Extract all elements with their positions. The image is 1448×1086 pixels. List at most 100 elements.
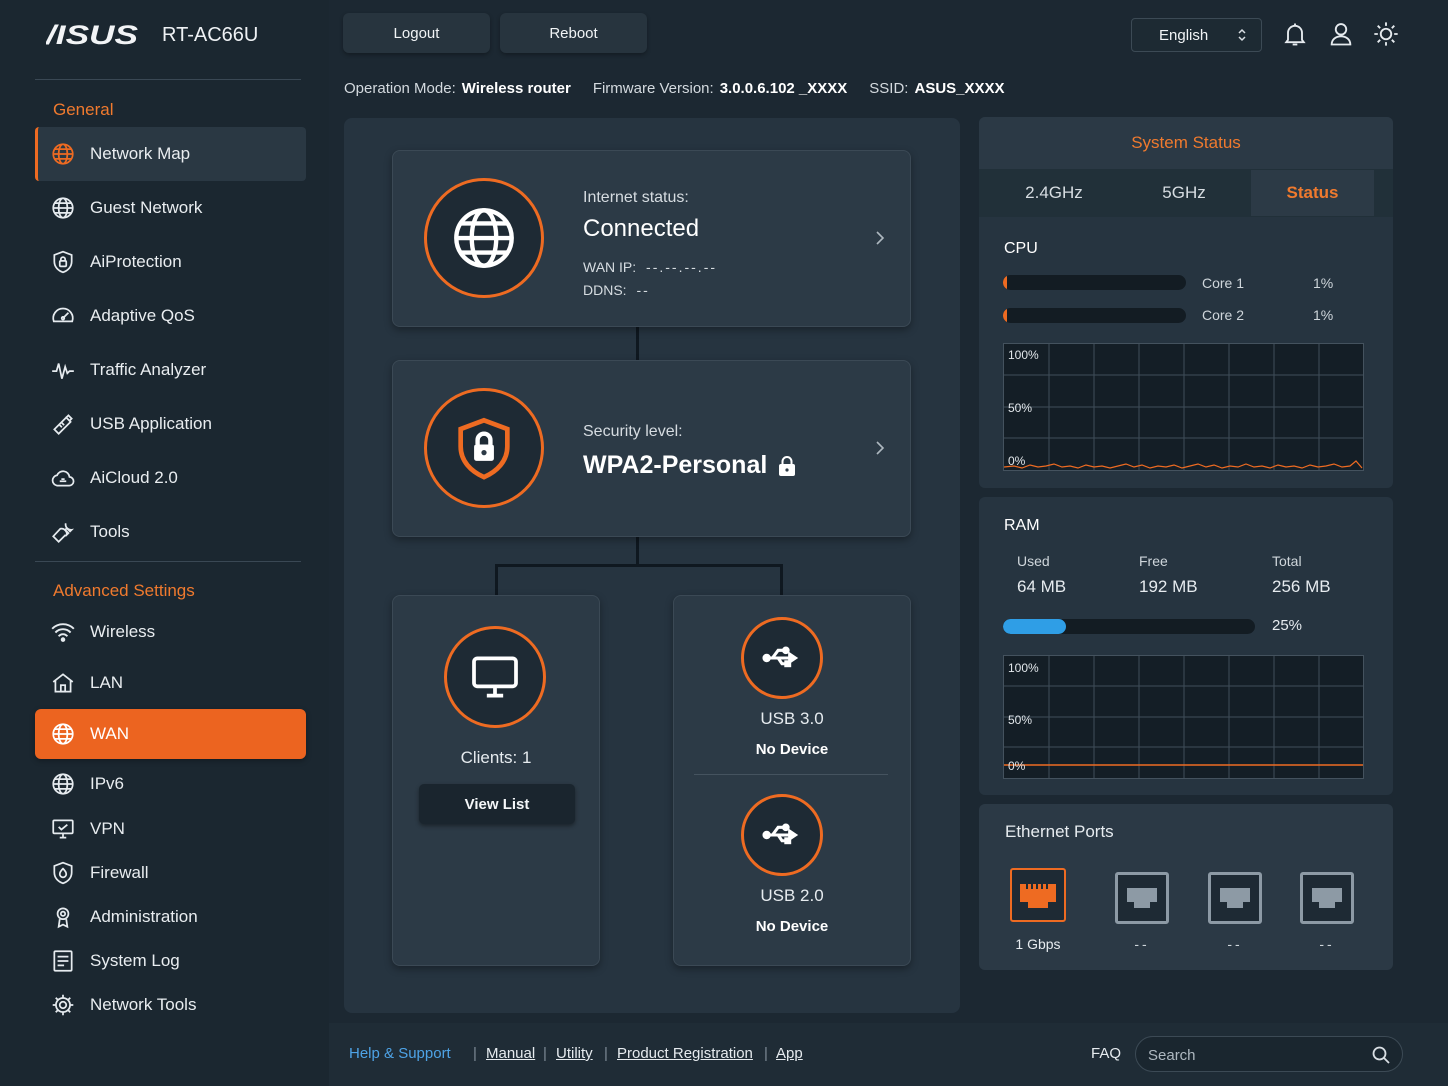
guest-globe-icon <box>49 194 77 222</box>
ethernet-port-inactive-icon <box>1312 888 1342 908</box>
shield-lock-icon <box>458 417 510 480</box>
ethernet-port-3-label: -- <box>1227 936 1243 952</box>
language-select[interactable]: English <box>1131 18 1262 52</box>
sidebar: /ISUS RT-AC66U General Network Map Guest… <box>0 0 329 1086</box>
usb3-ring[interactable] <box>741 617 823 699</box>
sidebar-item-label: Administration <box>90 907 198 926</box>
info-bar: Operation Mode: Wireless router Firmware … <box>344 80 1027 97</box>
sidebar-item-label: AiCloud 2.0 <box>90 468 178 487</box>
sidebar-item-lan[interactable]: LAN <box>35 662 306 704</box>
app-link[interactable]: App <box>776 1045 803 1062</box>
search-icon[interactable] <box>1371 1045 1391 1065</box>
router-model: RT-AC66U <box>162 23 259 46</box>
usb3-label: USB 3.0 <box>760 709 824 728</box>
sidebar-item-system-log[interactable]: System Log <box>35 940 306 982</box>
sidebar-item-wireless[interactable]: Wireless <box>35 611 306 653</box>
ssid-value[interactable]: ASUS_XXXX <box>914 80 1004 97</box>
ethernet-port-3[interactable] <box>1208 872 1262 924</box>
security-level-card[interactable]: Security level: WPA2-Personal <box>392 360 911 537</box>
usb2-label: USB 2.0 <box>760 886 824 905</box>
firmware-label: Firmware Version: <box>592 80 714 97</box>
internet-ring <box>424 178 544 298</box>
help-support-link[interactable]: Help & Support <box>349 1045 451 1062</box>
sidebar-item-label: VPN <box>90 819 125 838</box>
utility-link[interactable]: Utility <box>556 1045 593 1062</box>
ram-used-value: 64 MB <box>1017 577 1067 596</box>
sidebar-item-guest-network[interactable]: Guest Network <box>35 185 306 231</box>
connector-line <box>636 536 639 566</box>
usb-card: USB 3.0 No Device USB 2.0 No Device <box>673 595 911 966</box>
svg-text:/ISUS: /ISUS <box>46 22 138 48</box>
ethernet-port-4[interactable] <box>1300 872 1354 924</box>
sidebar-item-aicloud[interactable]: AiCloud 2.0 <box>35 455 306 501</box>
sidebar-item-administration[interactable]: Administration <box>35 896 306 938</box>
sidebar-item-aiprotection[interactable]: AiProtection <box>35 239 306 285</box>
sidebar-item-label: WAN <box>90 724 130 743</box>
ram-usage-bar <box>1003 619 1255 634</box>
wan-ip-row: WAN IP: --.--.--.-- <box>583 259 717 275</box>
globe-icon <box>49 770 77 798</box>
internet-status-card[interactable]: Internet status: Connected WAN IP: --.--… <box>392 150 911 327</box>
sidebar-item-traffic-analyzer[interactable]: Traffic Analyzer <box>35 347 306 393</box>
ethernet-port-inactive-icon <box>1127 888 1157 908</box>
chevron-right-icon[interactable] <box>873 441 887 455</box>
clients-ring <box>444 626 546 728</box>
ethernet-port-2[interactable] <box>1115 872 1169 924</box>
faq-link[interactable]: FAQ <box>1091 1045 1121 1062</box>
sidebar-item-ipv6[interactable]: IPv6 <box>35 763 306 805</box>
manual-link[interactable]: Manual <box>486 1045 535 1062</box>
sidebar-item-adaptive-qos[interactable]: Adaptive QoS <box>35 293 306 339</box>
sidebar-item-label: Wireless <box>90 622 156 641</box>
sidebar-item-label: System Log <box>90 951 180 970</box>
tab-status[interactable]: Status <box>1251 170 1374 216</box>
ddns-row: DDNS: -- <box>583 282 650 298</box>
advanced-section-title: Advanced Settings <box>53 581 195 600</box>
op-mode-value[interactable]: Wireless router <box>462 80 571 97</box>
ram-usage-fill <box>1003 619 1066 634</box>
sidebar-divider <box>35 79 301 80</box>
product-registration-link[interactable]: Product Registration <box>617 1045 753 1062</box>
chevron-updown-icon <box>1238 28 1246 42</box>
usb2-ring[interactable] <box>741 794 823 876</box>
sidebar-item-network-map[interactable]: Network Map <box>35 127 306 181</box>
security-ring <box>424 388 544 508</box>
sidebar-item-vpn[interactable]: VPN <box>35 808 306 850</box>
wifi-icon <box>49 618 77 646</box>
view-list-button[interactable]: View List <box>419 784 575 824</box>
clients-count: Clients: 1 <box>460 748 532 767</box>
search-input[interactable] <box>1148 1044 1368 1066</box>
sidebar-item-network-tools[interactable]: Network Tools <box>35 984 306 1026</box>
reboot-button[interactable]: Reboot <box>500 13 647 53</box>
ram-percent: 25% <box>1272 617 1303 634</box>
sidebar-item-usb-application[interactable]: USB Application <box>35 401 306 447</box>
logout-button[interactable]: Logout <box>343 13 490 53</box>
lock-icon <box>779 455 796 476</box>
ethernet-port-1[interactable] <box>1010 868 1066 922</box>
sidebar-item-wan[interactable]: WAN <box>35 709 306 759</box>
ram-graph-label-50: 50% <box>1008 713 1033 727</box>
tab-2-4ghz[interactable]: 2.4GHz <box>990 170 1118 216</box>
user-icon[interactable] <box>1327 20 1355 48</box>
cpu-core1-fill <box>1003 275 1007 290</box>
chevron-right-icon[interactable] <box>873 231 887 245</box>
internet-status-label: Internet status: <box>583 189 689 206</box>
cloud-icon <box>49 464 77 492</box>
clients-card: Clients: 1 View List <box>392 595 600 966</box>
internet-status-value: Connected <box>583 215 700 242</box>
wan-ip-value: --.--.--.-- <box>646 259 718 275</box>
firmware-value[interactable]: 3.0.0.6.102 _XXXX <box>720 80 848 97</box>
log-icon <box>49 947 77 975</box>
bell-icon[interactable] <box>1281 20 1309 48</box>
monitor-icon <box>472 656 518 698</box>
sidebar-item-tools[interactable]: Tools <box>35 509 306 555</box>
globe-icon <box>49 140 77 168</box>
sidebar-item-firewall[interactable]: Firewall <box>35 852 306 894</box>
tab-5ghz[interactable]: 5GHz <box>1120 170 1248 216</box>
brightness-icon[interactable] <box>1372 20 1400 48</box>
ram-graph-svg <box>1004 656 1363 778</box>
ram-total-label: Total <box>1272 553 1302 569</box>
asus-logo: /ISUS <box>46 22 138 48</box>
gear-icon <box>49 991 77 1019</box>
ethernet-port-active-icon <box>1020 884 1056 908</box>
cpu-graph: 100% 50% 0% <box>1003 343 1364 471</box>
